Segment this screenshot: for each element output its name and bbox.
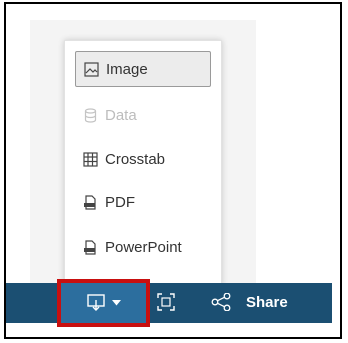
menu-item-label: PDF — [105, 193, 135, 211]
share-icon[interactable] — [211, 293, 231, 311]
fullscreen-icon[interactable] — [157, 293, 175, 311]
menu-item-label: Data — [105, 106, 137, 124]
database-icon — [83, 107, 98, 123]
share-button-label[interactable]: Share — [246, 294, 288, 311]
menu-item-label: Image — [106, 60, 148, 78]
menu-item-image[interactable]: Image — [75, 51, 211, 87]
image-icon — [84, 61, 99, 77]
table-icon — [83, 151, 98, 167]
powerpoint-file-icon — [83, 239, 98, 255]
menu-item-data: Data — [75, 97, 211, 133]
pdf-file-icon — [83, 194, 98, 210]
menu-item-label: PowerPoint — [105, 238, 182, 256]
menu-item-crosstab[interactable]: Crosstab — [75, 141, 211, 177]
download-button[interactable] — [57, 279, 150, 327]
menu-item-powerpoint[interactable]: PowerPoint — [75, 229, 211, 265]
menu-item-pdf[interactable]: PDF — [75, 184, 211, 220]
download-menu: Image Data Crosstab PDF PowerPoint — [64, 40, 222, 286]
download-icon — [86, 294, 105, 312]
chevron-down-icon — [111, 300, 121, 306]
menu-item-label: Crosstab — [105, 150, 166, 168]
